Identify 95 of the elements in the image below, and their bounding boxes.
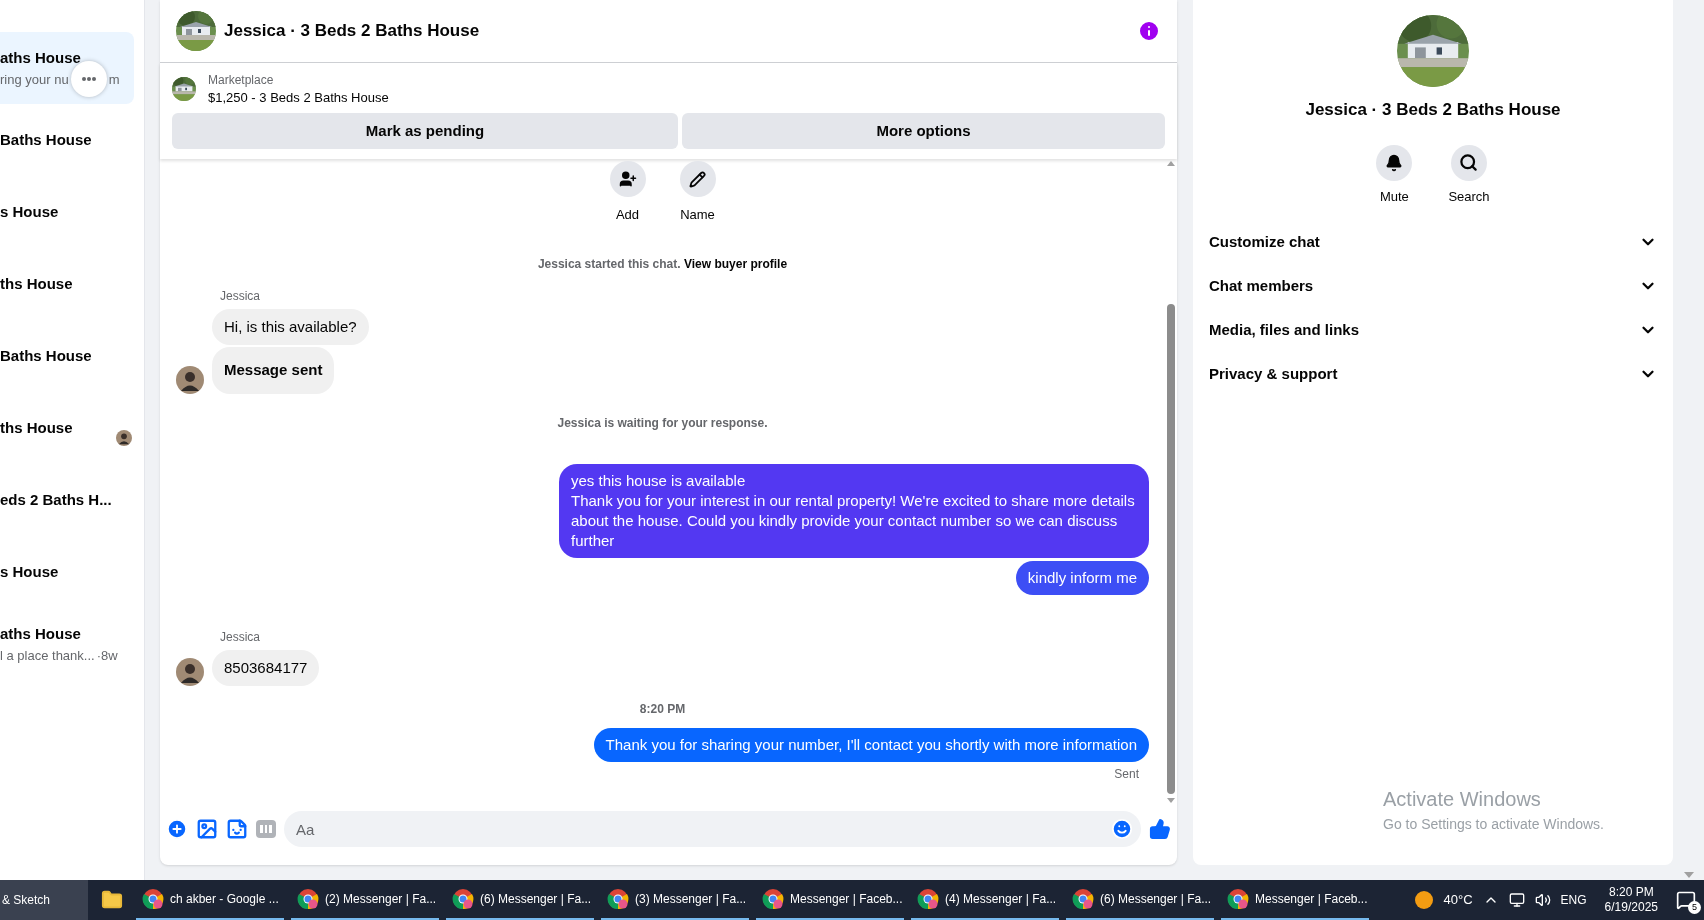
browser-icon — [917, 888, 939, 910]
message-preview: ring your nu — [0, 70, 69, 89]
weather-icon — [1413, 890, 1434, 910]
conversation-item[interactable]: Baths House — [0, 320, 134, 392]
conversation-title: aths House — [0, 48, 81, 68]
taskbar-item[interactable]: (3) Messenger | Fa... — [601, 880, 749, 920]
sender-name: Jessica — [220, 287, 261, 305]
delivery-status: Sent — [1114, 766, 1139, 783]
avatar — [176, 365, 204, 394]
message-field[interactable]: Aa — [284, 811, 1141, 847]
pencil-icon — [689, 170, 706, 188]
add-button[interactable] — [609, 161, 646, 197]
search-icon — [1459, 153, 1479, 172]
conversation-item[interactable]: Baths House — [0, 104, 134, 176]
conversation-item[interactable]: ths House — [0, 392, 134, 464]
taskbar-item[interactable]: (2) Messenger | Fa... — [291, 880, 439, 920]
listing-name: $1,250 - 3 Beds 2 Baths House — [208, 89, 389, 107]
avatar — [176, 658, 204, 686]
browser-icon — [142, 888, 164, 910]
sender-name: Jessica — [220, 628, 261, 646]
action-label: Name — [680, 206, 715, 224]
message-preview: l a place thank... — [0, 646, 95, 665]
timestamp: 8:20 PM — [639, 701, 686, 718]
details-section[interactable]: Chat members — [1209, 264, 1657, 308]
details-title: Jessica · 3 Beds 2 Baths House — [1305, 99, 1561, 121]
action-label: Mute — [1379, 187, 1409, 206]
browser-icon — [452, 888, 474, 910]
listing-action-button[interactable]: Mark as pending — [172, 113, 678, 149]
conversation-title: eds 2 Baths H... — [0, 489, 112, 510]
conversation-item[interactable]: aths House l a place thank...·8w — [0, 608, 134, 680]
incoming-message: Message sent — [212, 347, 335, 394]
buyer-profile-link[interactable]: View buyer profile — [683, 256, 788, 271]
details-section[interactable]: Media, files and links — [1209, 308, 1657, 352]
browser-icon — [1227, 888, 1249, 910]
taskbar-item[interactable]: (6) Messenger | Fa... — [446, 880, 594, 920]
conversation-item[interactable]: ths House — [0, 248, 134, 320]
conversation-title: s House — [0, 561, 59, 582]
conversation-title: ths House — [0, 273, 73, 294]
taskbar-item[interactable]: Messenger | Faceb... — [756, 880, 904, 920]
photo-icon[interactable] — [196, 818, 218, 840]
conversation-title: Baths House — [0, 345, 92, 366]
taskbar-item[interactable]: & Sketch — [0, 880, 88, 920]
bell-icon — [1385, 153, 1404, 172]
language-indicator[interactable]: ENG — [1560, 891, 1587, 909]
sticker-icon[interactable] — [226, 818, 248, 840]
search-button[interactable] — [1451, 144, 1487, 181]
conversation-title: s House — [0, 201, 59, 222]
add-person-icon — [618, 170, 637, 188]
taskbar-item[interactable]: Messenger | Faceb... — [1221, 880, 1369, 920]
message-preview: m — [108, 70, 120, 89]
listing-source: Marketplace — [208, 72, 275, 89]
browser-icon — [607, 888, 629, 910]
action-label: Add — [615, 206, 640, 224]
activation-title: Activate Windows — [1383, 787, 1542, 812]
activation-message: Go to Settings to activate Windows. — [1383, 815, 1605, 834]
system-message: Jessica started this chat. View buyer profile — [537, 255, 788, 273]
folder-icon — [101, 889, 123, 911]
volume-icon[interactable] — [1534, 892, 1551, 908]
rename-button[interactable] — [679, 161, 716, 197]
taskbar-item[interactable]: (6) Messenger | Fa... — [1066, 880, 1214, 920]
message-time: ·8w — [96, 646, 118, 665]
incoming-message: 8503684177 — [212, 649, 320, 686]
system-message: Jessica is waiting for your response. — [557, 414, 768, 432]
listing-action-button[interactable]: More options — [682, 113, 1165, 149]
outgoing-message: yes this house is available Thank you for your interest in our rental property! We're excited to share more details about the house. Could you kindly provide your contact number so we can discuss further — [559, 463, 1149, 558]
browser-icon — [297, 888, 319, 910]
taskbar-item[interactable]: (4) Messenger | Fa... — [911, 880, 1059, 920]
mute-button[interactable] — [1376, 144, 1413, 181]
more-icon — [81, 77, 96, 82]
conversation-title: aths House — [0, 624, 81, 644]
chat-title: Jessica · 3 Beds 2 Baths House — [224, 20, 481, 43]
taskbar-item[interactable]: ch akber - Google ... — [136, 880, 284, 920]
network-icon[interactable] — [1508, 892, 1525, 908]
conversation-item[interactable]: aths House ring your nu m — [0, 32, 134, 104]
details-section[interactable]: Customize chat — [1209, 220, 1657, 264]
emoji-icon[interactable] — [1111, 818, 1133, 840]
conversation-title: Baths House — [0, 129, 92, 150]
incoming-message: Hi, is this available? — [212, 308, 369, 345]
clock[interactable]: 8:20 PM 6/19/2025 — [1604, 885, 1658, 915]
conversation-item[interactable]: s House — [0, 536, 134, 608]
conversation-item[interactable]: s House — [0, 176, 134, 248]
browser-icon — [762, 888, 784, 910]
outgoing-message: kindly inform me — [1015, 560, 1149, 595]
like-icon[interactable] — [1149, 818, 1171, 840]
browser-icon — [1072, 888, 1094, 910]
more-button[interactable] — [70, 61, 107, 98]
notification-count: 5 — [1688, 901, 1701, 914]
action-label: Search — [1448, 187, 1490, 206]
outgoing-message: Thank you for sharing your number, I'll contact you shortly with more information — [593, 728, 1149, 762]
add-icon[interactable] — [166, 818, 188, 840]
temperature: 40°C — [1443, 891, 1473, 910]
conversation-item[interactable]: eds 2 Baths H... — [0, 464, 134, 536]
conversation-title: ths House — [0, 417, 73, 438]
details-section[interactable]: Privacy & support — [1209, 352, 1657, 396]
info-icon[interactable] — [1137, 19, 1161, 43]
